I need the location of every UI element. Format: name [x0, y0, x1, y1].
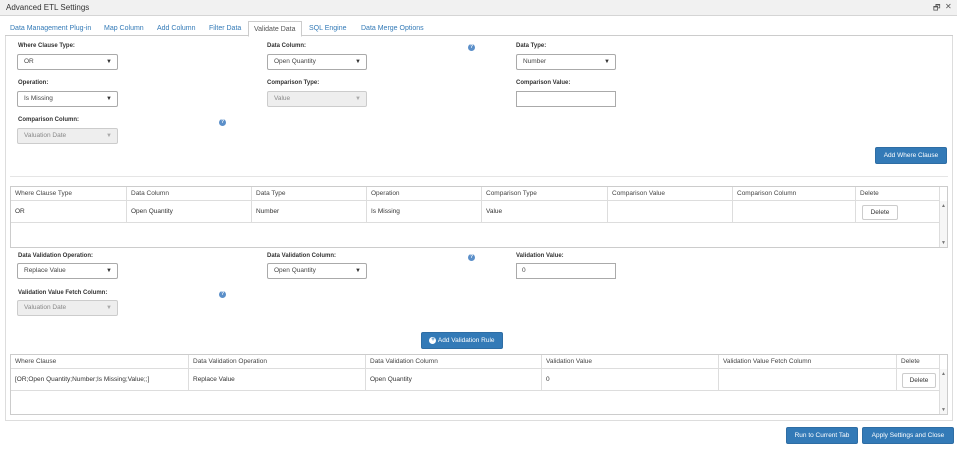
grid-header: Validation Value — [542, 355, 719, 369]
restore-icon[interactable]: 🗗 — [933, 2, 941, 16]
chevron-down-icon: ▼ — [355, 96, 361, 102]
grid-header: Comparison Column — [733, 187, 856, 201]
table-cell: Replace Value — [189, 369, 366, 391]
grid-header: Validation Value Fetch Column — [719, 355, 897, 369]
chevron-down-icon: ▼ — [106, 268, 112, 274]
comparison-column-label: Comparison Column: — [18, 117, 79, 123]
comparison-column-value: Valuation Date — [24, 132, 67, 139]
comparison-type-label: Comparison Type: — [267, 80, 320, 86]
grid-header: Delete — [897, 355, 940, 369]
chevron-down-icon: ▼ — [106, 96, 112, 102]
add-validation-rule-label: Add Validation Rule — [437, 337, 495, 344]
data-validation-column-value: Open Quantity — [274, 267, 316, 274]
chevron-down-icon: ▼ — [106, 305, 112, 311]
help-icon[interactable]: ? — [219, 119, 226, 126]
tab-bar: Data Management Plug-in Map Column Add C… — [5, 21, 953, 37]
help-icon[interactable]: ? — [219, 291, 226, 298]
tab-data-management-plugin[interactable]: Data Management Plug-in — [5, 21, 96, 36]
scroll-up-icon[interactable]: ▲ — [941, 371, 946, 377]
table-cell: Number — [252, 201, 367, 223]
comparison-type-select: Value ▼ — [267, 91, 367, 107]
chevron-down-icon: ▼ — [106, 59, 112, 65]
chevron-down-icon: ▼ — [355, 59, 361, 65]
comparison-column-select: Valuation Date ▼ — [17, 128, 118, 144]
table-cell: Is Missing — [367, 201, 482, 223]
validation-value-input[interactable]: 0 — [516, 263, 616, 279]
grid-header: Where Clause — [11, 355, 189, 369]
table-cell: Open Quantity — [127, 201, 252, 223]
scrollbar[interactable]: ▲ ▼ — [939, 369, 947, 414]
comparison-value-input[interactable] — [516, 91, 616, 107]
where-clause-grid: Where Clause Type Data Column Data Type … — [10, 186, 948, 248]
data-type-label: Data Type: — [516, 43, 547, 49]
delete-validation-row-button[interactable]: Delete — [902, 373, 936, 388]
comparison-value-label: Comparison Value: — [516, 80, 571, 86]
tab-map-column[interactable]: Map Column — [99, 21, 149, 36]
table-cell — [719, 369, 897, 391]
add-where-clause-button[interactable]: Add Where Clause — [875, 147, 947, 164]
data-column-select[interactable]: Open Quantity ▼ — [267, 54, 367, 70]
comparison-type-value: Value — [274, 95, 291, 102]
data-validation-operation-value: Replace Value — [24, 267, 66, 274]
grid-header: Comparison Type — [482, 187, 608, 201]
chevron-down-icon: ▼ — [604, 59, 610, 65]
where-clause-type-select[interactable]: OR ▼ — [17, 54, 118, 70]
help-icon[interactable]: ? — [468, 44, 475, 51]
table-cell: OR — [11, 201, 127, 223]
grid-header: Where Clause Type — [11, 187, 127, 201]
window-title: Advanced ETL Settings — [6, 3, 90, 12]
data-validation-operation-select[interactable]: Replace Value ▼ — [17, 263, 118, 279]
operation-value: Is Missing — [24, 95, 53, 102]
data-type-value: Number — [523, 58, 547, 65]
plus-circle-icon: + — [429, 336, 437, 344]
data-validation-column-label: Data Validation Column: — [267, 253, 337, 259]
chevron-down-icon: ▼ — [106, 133, 112, 139]
help-icon[interactable]: ? — [468, 254, 475, 261]
validation-value-fetch-column-value: Valuation Date — [24, 304, 67, 311]
data-type-select[interactable]: Number ▼ — [516, 54, 616, 70]
grid-header: Operation — [367, 187, 482, 201]
data-validation-operation-label: Data Validation Operation: — [18, 253, 94, 259]
table-cell — [733, 201, 856, 223]
operation-label: Operation: — [18, 80, 49, 86]
validation-value-fetch-column-select: Valuation Date ▼ — [17, 300, 118, 316]
scroll-down-icon[interactable]: ▼ — [941, 407, 946, 413]
where-clause-type-value: OR — [24, 58, 34, 65]
tab-data-merge-options[interactable]: Data Merge Options — [356, 21, 429, 36]
grid-header: Data Column — [127, 187, 252, 201]
apply-settings-and-close-button[interactable]: Apply Settings and Close — [862, 427, 954, 444]
grid-header: Data Validation Operation — [189, 355, 366, 369]
window-titlebar: Advanced ETL Settings 🗗 ✕ — [0, 0, 957, 16]
tab-add-column[interactable]: Add Column — [152, 21, 201, 36]
validation-rule-grid: Where Clause Data Validation Operation D… — [10, 354, 948, 415]
table-cell: [OR;Open Quantity;Number;Is Missing;Valu… — [11, 369, 189, 391]
grid-header: Data Type — [252, 187, 367, 201]
scroll-up-icon[interactable]: ▲ — [941, 203, 946, 209]
chevron-down-icon: ▼ — [355, 268, 361, 274]
run-to-current-tab-button[interactable]: Run to Current Tab — [786, 427, 858, 444]
grid-header: Delete — [856, 187, 940, 201]
tab-filter-data[interactable]: Filter Data — [204, 21, 246, 36]
data-column-label: Data Column: — [267, 43, 306, 49]
tab-sql-engine[interactable]: SQL Engine — [304, 21, 352, 36]
table-cell: 0 — [542, 369, 719, 391]
table-cell: Open Quantity — [366, 369, 542, 391]
validation-value-label: Validation Value: — [516, 253, 564, 259]
close-icon[interactable]: ✕ — [945, 2, 952, 11]
scrollbar[interactable]: ▲ ▼ — [939, 201, 947, 247]
tab-validate-data[interactable]: Validate Data — [248, 21, 302, 37]
grid-header: Data Validation Column — [366, 355, 542, 369]
scroll-down-icon[interactable]: ▼ — [941, 240, 946, 246]
table-cell — [608, 201, 733, 223]
table-cell: Value — [482, 201, 608, 223]
data-validation-column-select[interactable]: Open Quantity ▼ — [267, 263, 367, 279]
validation-value-fetch-column-label: Validation Value Fetch Column: — [18, 290, 108, 296]
delete-where-row-button[interactable]: Delete — [862, 205, 898, 220]
data-column-value: Open Quantity — [274, 58, 316, 65]
operation-select[interactable]: Is Missing ▼ — [17, 91, 118, 107]
section-divider — [10, 176, 948, 177]
grid-header: Comparison Value — [608, 187, 733, 201]
where-clause-type-label: Where Clause Type: — [18, 43, 75, 49]
add-validation-rule-button[interactable]: + Add Validation Rule — [421, 332, 503, 349]
